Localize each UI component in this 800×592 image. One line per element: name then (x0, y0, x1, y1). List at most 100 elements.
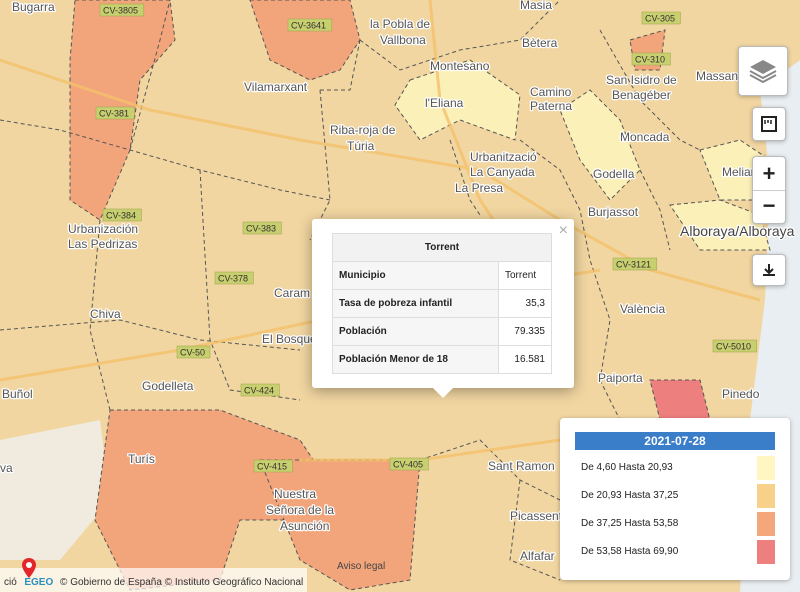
popup-table: Torrent Municipio Torrent Tasa de pobrez… (332, 233, 552, 374)
place-label: Masia (520, 0, 552, 12)
place-label: Señora de la (266, 503, 334, 517)
place-label: Turís (128, 452, 155, 466)
road-shield-label: CV-3805 (103, 6, 138, 16)
egeo-logo[interactable]: EGEO (24, 577, 53, 588)
close-icon[interactable]: × (559, 222, 568, 240)
place-label: Alfafar (520, 549, 555, 563)
place-label: Picassent (510, 509, 563, 523)
place-label: Urbanización (68, 222, 138, 236)
place-label: Caram (274, 286, 310, 300)
place-label: Chiva (90, 307, 121, 321)
road-shield-label: CV-5010 (716, 342, 751, 352)
place-label: Las Pedrizas (68, 237, 137, 251)
place-label: Urbanització (470, 150, 537, 164)
popup-row-value: 79.335 (498, 317, 552, 346)
place-label: va (0, 461, 13, 475)
place-label: Bugarra (12, 0, 55, 14)
download-button[interactable] (752, 254, 786, 286)
attribution-prefix: ció (4, 577, 17, 588)
road-shield-label: CV-378 (218, 274, 248, 284)
place-label: Vallbona (380, 33, 426, 47)
place-label: La Presa (455, 181, 503, 195)
road-shield-label: CV-305 (645, 14, 675, 24)
place-label: El Bosque (262, 332, 317, 346)
legend-item-label: De 4,60 Hasta 20,93 (581, 462, 673, 473)
popup-row-value: 35,3 (498, 289, 552, 318)
road-shield: CV-50 (176, 345, 211, 359)
legend-item-label: De 20,93 Hasta 37,25 (581, 490, 679, 501)
legend-date: 2021-07-28 (575, 432, 775, 450)
legend-item-label: De 53,58 Hasta 69,90 (581, 546, 679, 557)
road-shield: CV-381 (95, 106, 135, 120)
road-shield: CV-3641 (287, 18, 333, 32)
place-label: Pinedo (722, 387, 760, 401)
road-shield: CV-310 (631, 52, 671, 66)
place-label: Massan (696, 69, 738, 83)
popup-title: Torrent (332, 233, 552, 262)
legend-item: De 53,58 Hasta 69,90 (575, 540, 775, 564)
road-shield: CV-384 (102, 208, 142, 222)
legend-swatch (757, 540, 775, 564)
place-label: La Canyada (470, 165, 535, 179)
place-label: Benagéber (612, 88, 671, 102)
road-shield: CV-405 (389, 457, 429, 471)
measure-button[interactable] (752, 107, 786, 141)
road-shield: CV-378 (214, 271, 254, 285)
attribution-text[interactable]: © Gobierno de España © Instituto Geográf… (60, 577, 303, 588)
feature-popup: × Torrent Municipio Torrent Tasa de pobr… (312, 219, 574, 398)
place-label: San Isidro de (606, 73, 677, 87)
road-shield: CV-5010 (712, 339, 758, 353)
popup-row-key: Tasa de pobreza infantil (332, 289, 499, 318)
place-label: Sant Ramon (488, 459, 555, 473)
attribution-bar: ció EGEO © Gobierno de España © Institut… (0, 558, 308, 592)
legend-item: De 4,60 Hasta 20,93 (575, 456, 775, 480)
table-row: Población 79.335 (332, 317, 552, 346)
ruler-icon (761, 116, 777, 132)
place-label: Godelleta (142, 379, 194, 393)
place-label: la Pobla de (370, 17, 430, 31)
zoom-out-button[interactable]: − (753, 191, 785, 223)
place-label: Riba-roja de (330, 123, 396, 137)
map-legend: 2021-07-28 De 4,60 Hasta 20,93 De 20,93 … (560, 418, 790, 580)
legend-item-label: De 37,25 Hasta 53,58 (581, 518, 679, 529)
place-label: Godella (593, 167, 635, 181)
place-label: l'Eliana (425, 96, 464, 110)
place-label: Montesano (430, 59, 490, 73)
legend-swatch (757, 512, 775, 536)
place-label: Paiporta (598, 371, 643, 385)
download-icon (763, 264, 775, 276)
zoom-in-button[interactable]: + (753, 158, 785, 191)
table-row: Población Menor de 18 16.581 (332, 345, 552, 374)
place-label: Paterna (530, 99, 572, 113)
place-label: València (620, 302, 665, 316)
layers-icon (749, 60, 777, 84)
popup-row-value: 16.581 (498, 345, 552, 374)
place-label: Moncada (620, 130, 670, 144)
popup-row-key: Población (332, 317, 499, 346)
road-shield-label: CV-3121 (616, 260, 651, 270)
road-shield-label: CV-383 (246, 224, 276, 234)
road-shield: CV-424 (240, 383, 280, 397)
place-label: Asunción (280, 519, 329, 533)
road-shield-label: CV-381 (99, 109, 129, 119)
place-label: Túria (347, 139, 375, 153)
legend-swatch (757, 484, 775, 508)
table-row: Tasa de pobreza infantil 35,3 (332, 289, 552, 318)
zoom-controls: + − (752, 156, 786, 224)
aviso-legal-link[interactable]: Aviso legal (337, 561, 385, 572)
popup-row-key: Población Menor de 18 (332, 345, 499, 374)
legend-item: De 37,25 Hasta 53,58 (575, 512, 775, 536)
place-label: Nuestra (274, 487, 316, 501)
road-shield: CV-3805 (99, 3, 145, 17)
layers-button[interactable] (738, 46, 788, 96)
road-shield: CV-383 (242, 221, 282, 235)
legend-swatch (757, 456, 775, 480)
place-label: Buñol (2, 387, 33, 401)
popup-header-value: Torrent (498, 261, 552, 290)
map-pin-icon (21, 558, 36, 578)
road-shield-label: CV-3641 (291, 21, 326, 31)
road-shield: CV-305 (641, 11, 681, 25)
place-label: Bètera (522, 36, 558, 50)
road-shield-label: CV-310 (635, 55, 665, 65)
road-shield-label: CV-424 (244, 386, 274, 396)
